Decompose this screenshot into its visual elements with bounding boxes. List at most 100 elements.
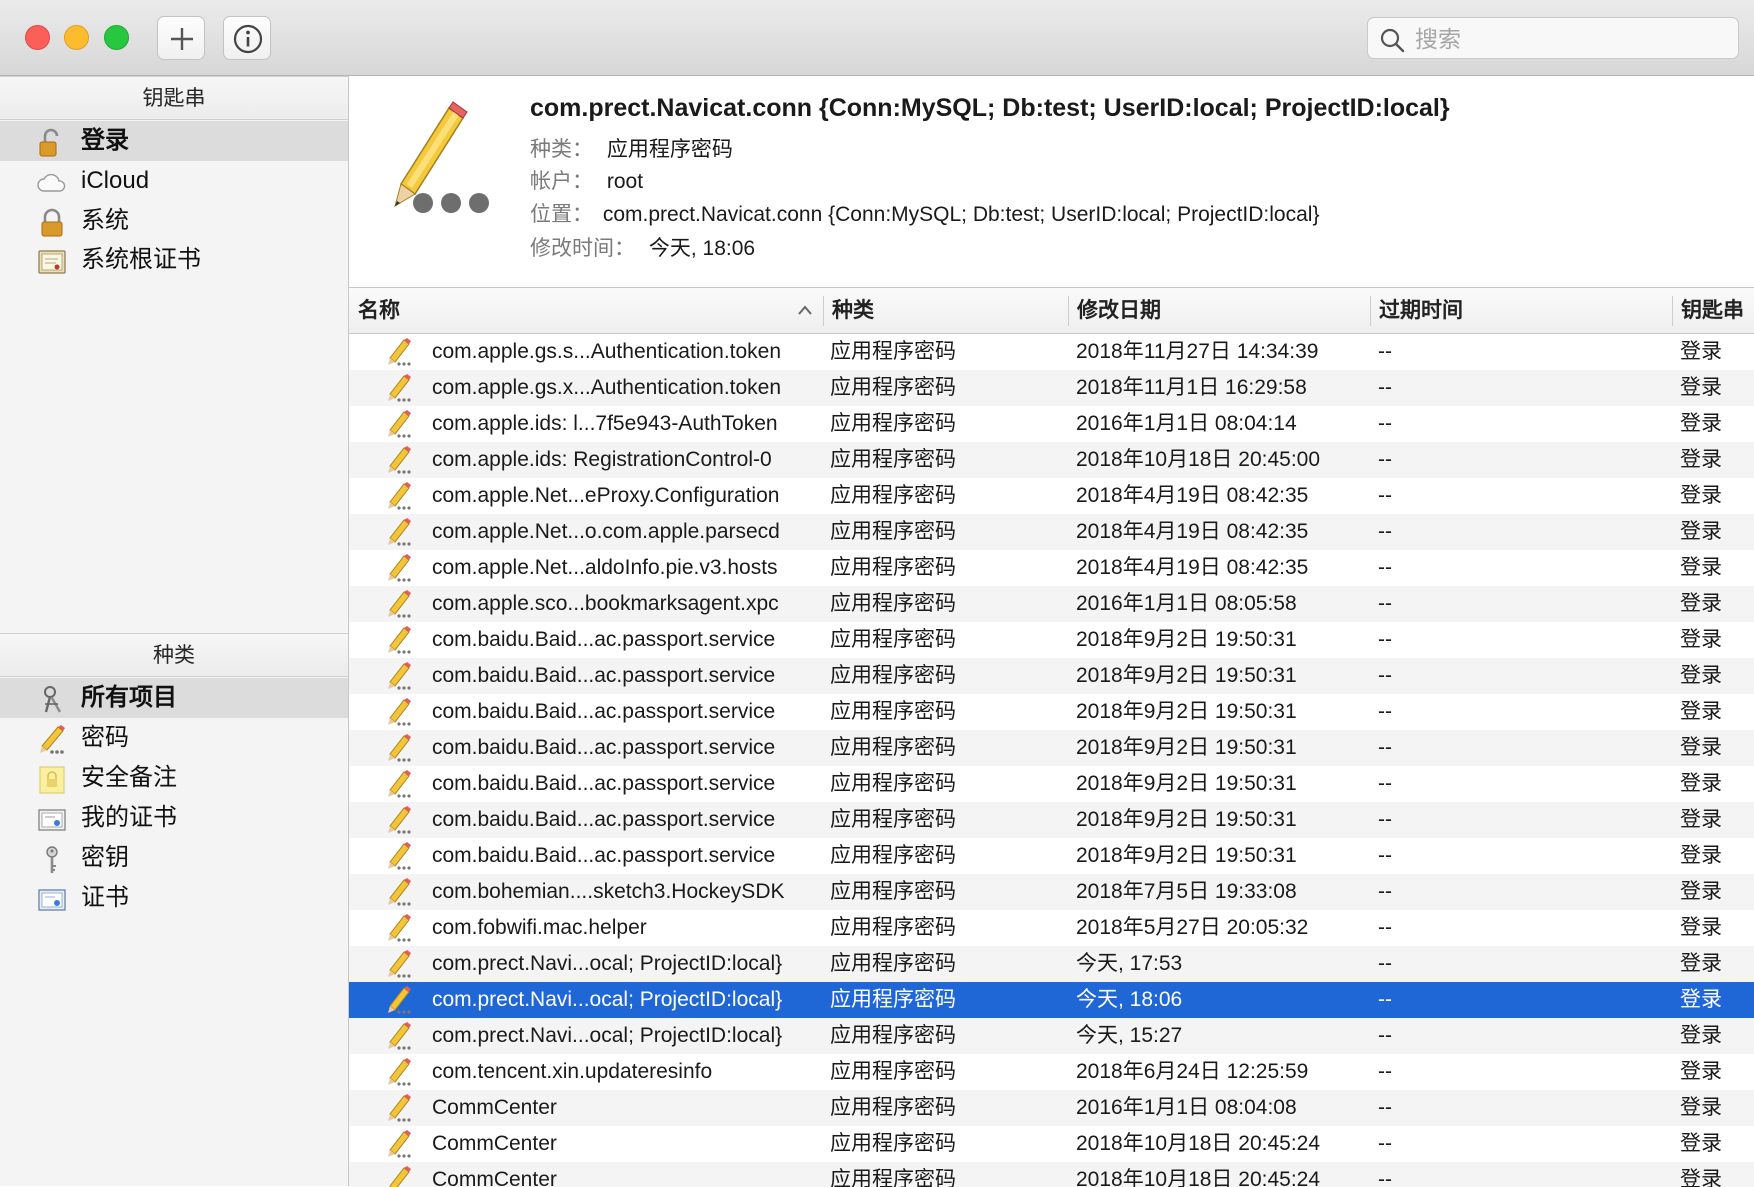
sidebar-item-secure-notes[interactable]: 安全备注 (0, 758, 348, 798)
table-row[interactable]: com.baidu.Baid...ac.passport.service 应用程序… (349, 766, 1754, 802)
cell-expires: -- (1378, 376, 1392, 399)
close-window-button[interactable] (25, 25, 50, 50)
cell-kind: 应用程序密码 (830, 412, 956, 435)
table-row[interactable]: CommCenter 应用程序密码 2016年1月1日 08:04:08 -- 登录 (349, 1090, 1754, 1126)
sidebar-item-all-items[interactable]: 所有项目 (0, 678, 348, 718)
table-row[interactable]: com.prect.Navi...ocal; ProjectID:local} 应… (349, 1018, 1754, 1054)
table-row[interactable]: com.apple.gs.x...Authentication.token 应用程… (349, 370, 1754, 406)
password-pencil-icon (388, 806, 411, 834)
modified-label: 修改时间： (530, 237, 635, 260)
table-header: 名称 种类 修改日期 过期时间 钥匙串 (349, 288, 1754, 334)
cell-keychain: 登录 (1680, 1024, 1722, 1047)
password-pencil-icon (388, 878, 411, 906)
table-row[interactable]: CommCenter 应用程序密码 2018年10月18日 20:45:24 -- 登录 (349, 1162, 1754, 1187)
sidebar-item-login[interactable]: 登录 (0, 121, 348, 161)
table-row[interactable]: CommCenter 应用程序密码 2018年10月18日 20:45:24 -- 登录 (349, 1126, 1754, 1162)
column-header-kind[interactable]: 种类 (823, 288, 1068, 334)
cell-kind: 应用程序密码 (830, 1024, 956, 1047)
sidebar-item-system[interactable]: 系统 (0, 201, 348, 241)
password-pencil-icon (388, 950, 411, 978)
cell-name: com.apple.Net...o.com.apple.parsecd (432, 520, 780, 543)
cell-keychain: 登录 (1680, 376, 1722, 399)
table-row[interactable]: com.apple.Net...aldoInfo.pie.v3.hosts 应用程… (349, 550, 1754, 586)
cell-kind: 应用程序密码 (830, 880, 956, 903)
cell-expires: -- (1378, 700, 1392, 723)
column-header-name[interactable]: 名称 (349, 288, 823, 334)
column-header-keychain[interactable]: 钥匙串 (1672, 288, 1754, 334)
table-row[interactable]: com.baidu.Baid...ac.passport.service 应用程序… (349, 694, 1754, 730)
table-row[interactable]: com.bohemian....sketch3.HockeySDK 应用程序密码 2… (349, 874, 1754, 910)
cell-name: com.prect.Navi...ocal; ProjectID:local} (432, 952, 783, 975)
password-pencil-icon (388, 1022, 411, 1050)
sidebar-item-certificates[interactable]: 证书 (0, 878, 348, 918)
password-pencil-icon (388, 626, 411, 654)
sort-ascending-icon (798, 305, 812, 315)
add-item-button[interactable] (157, 16, 205, 60)
table-row[interactable]: com.baidu.Baid...ac.passport.service 应用程序… (349, 730, 1754, 766)
sidebar-item-label: 系统根证书 (81, 246, 201, 273)
password-pencil-icon (388, 1130, 411, 1158)
table-row[interactable]: com.tencent.xin.updateresinfo 应用程序密码 2018年… (349, 1054, 1754, 1090)
cell-expires: -- (1378, 592, 1392, 615)
cell-expires: -- (1378, 412, 1392, 435)
minimize-window-button[interactable] (64, 25, 89, 50)
table-row[interactable]: com.apple.sco...bookmarksagent.xpc 应用程序密码… (349, 586, 1754, 622)
search-field[interactable] (1367, 17, 1739, 59)
table-row[interactable]: com.baidu.Baid...ac.passport.service 应用程序… (349, 622, 1754, 658)
sidebar-item-system-roots[interactable]: 系统根证书 (0, 240, 348, 280)
modified-value: 今天, 18:06 (648, 237, 756, 260)
cell-name: com.apple.gs.s...Authentication.token (432, 340, 782, 363)
cell-name: com.apple.ids: RegistrationControl-0 (432, 448, 772, 471)
cell-modified: 2018年10月18日 20:45:24 (1076, 1132, 1321, 1155)
cell-name: com.baidu.Baid...ac.passport.service (432, 844, 776, 867)
cell-modified: 2018年6月24日 12:25:59 (1076, 1060, 1309, 1083)
table-row[interactable]: com.prect.Navi...ocal; ProjectID:local} 应… (349, 946, 1754, 982)
account-label: 帐户： (530, 170, 593, 193)
password-pencil-icon (388, 482, 411, 510)
get-info-button[interactable] (223, 16, 271, 60)
table-row[interactable]: com.apple.Net...eProxy.Configuration 应用程序… (349, 478, 1754, 514)
cell-modified: 2016年1月1日 08:04:08 (1076, 1096, 1297, 1119)
items-table: 名称 种类 修改日期 过期时间 钥匙串 com.apple.gs.s...Aut… (349, 287, 1754, 1187)
sidebar-item-passwords[interactable]: 密码 (0, 718, 348, 758)
cell-modified: 2018年9月2日 19:50:31 (1076, 844, 1297, 867)
table-row[interactable]: com.baidu.Baid...ac.passport.service 应用程序… (349, 838, 1754, 874)
column-header-modified[interactable]: 修改日期 (1068, 288, 1370, 334)
password-pencil-icon (388, 518, 411, 546)
sidebar-item-my-certificates[interactable]: 我的证书 (0, 798, 348, 838)
sidebar-item-icloud[interactable]: iCloud (0, 161, 348, 201)
search-input[interactable] (1413, 22, 1727, 56)
cell-expires: -- (1378, 736, 1392, 759)
table-row-selected[interactable]: com.prect.Navi...ocal; ProjectID:local} 应… (349, 982, 1754, 1018)
certificate-cabinet-icon (38, 250, 66, 274)
cell-expires: -- (1378, 520, 1392, 543)
table-row[interactable]: com.apple.Net...o.com.apple.parsecd 应用程序密… (349, 514, 1754, 550)
zoom-window-button[interactable] (104, 25, 129, 50)
table-row[interactable]: com.apple.ids: RegistrationControl-0 应用程序… (349, 442, 1754, 478)
account-row: 帐户： root (530, 165, 643, 195)
cell-expires: -- (1378, 1096, 1392, 1119)
cell-kind: 应用程序密码 (830, 520, 956, 543)
cell-keychain: 登录 (1680, 628, 1722, 651)
password-item-icon (394, 101, 489, 213)
table-row[interactable]: com.baidu.Baid...ac.passport.service 应用程序… (349, 802, 1754, 838)
unlocked-padlock-icon (39, 128, 59, 157)
table-row[interactable]: com.fobwifi.mac.helper 应用程序密码 2018年5月27日 2… (349, 910, 1754, 946)
password-pencil-icon (388, 374, 411, 402)
table-row[interactable]: com.apple.ids: l...7f5e943-AuthToken 应用程序… (349, 406, 1754, 442)
account-value: root (606, 170, 644, 193)
cell-keychain: 登录 (1680, 808, 1722, 831)
sidebar-item-keys[interactable]: 密钥 (0, 838, 348, 878)
table-row[interactable]: com.apple.gs.s...Authentication.token 应用程… (349, 334, 1754, 370)
sidebar-item-label: 安全备注 (81, 764, 177, 791)
cell-keychain: 登录 (1680, 1132, 1722, 1155)
column-header-expires[interactable]: 过期时间 (1370, 288, 1672, 334)
table-row[interactable]: com.baidu.Baid...ac.passport.service 应用程序… (349, 658, 1754, 694)
cell-expires: -- (1378, 1132, 1392, 1155)
info-icon (233, 24, 263, 54)
cell-modified: 2018年10月18日 20:45:00 (1076, 448, 1321, 471)
cell-modified: 2018年4月19日 08:42:35 (1076, 484, 1309, 507)
cell-name: CommCenter (432, 1168, 557, 1187)
cell-kind: 应用程序密码 (830, 952, 956, 975)
cell-modified: 2018年9月2日 19:50:31 (1076, 772, 1297, 795)
